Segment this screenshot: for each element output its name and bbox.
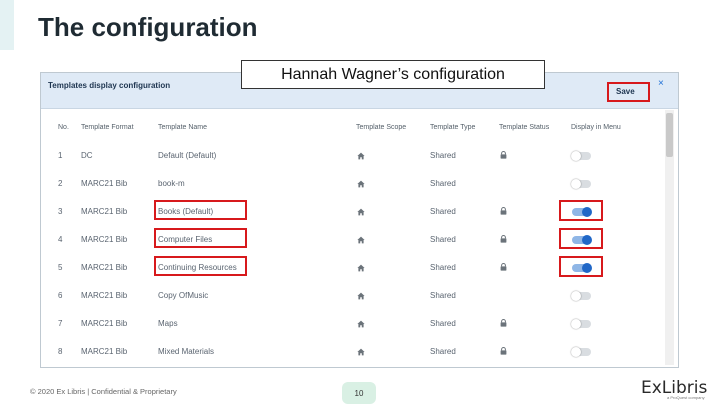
- row-number: 5: [58, 263, 63, 272]
- slide-accent-bar: [0, 0, 14, 50]
- row-number: 8: [58, 347, 63, 356]
- lock-icon: [500, 347, 507, 355]
- toggle-knob: [571, 151, 581, 161]
- home-icon: [357, 264, 365, 272]
- row-template-format: DC: [81, 151, 93, 160]
- row-template-type: Shared: [430, 347, 456, 356]
- row-template-name[interactable]: Maps: [158, 319, 178, 328]
- row-number: 1: [58, 151, 63, 160]
- row-template-type: Shared: [430, 263, 456, 272]
- row-template-format: MARC21 Bib: [81, 319, 128, 328]
- lock-icon: [500, 207, 507, 215]
- lock-icon: [500, 151, 507, 159]
- template-name-highlight-box: [154, 256, 247, 276]
- row-template-format: MARC21 Bib: [81, 263, 128, 272]
- header-template-scope: Template Scope: [356, 124, 407, 131]
- lock-icon: [500, 235, 507, 243]
- annotation-callout: Hannah Wagner’s configuration: [241, 60, 545, 89]
- row-number: 3: [58, 207, 63, 216]
- slide-title: The configuration: [38, 12, 258, 42]
- page-number: 10: [342, 382, 376, 404]
- display-in-menu-toggle[interactable]: [571, 347, 591, 357]
- row-template-name[interactable]: Mixed Materials: [158, 347, 214, 356]
- row-number: 4: [58, 235, 63, 244]
- toggle-knob: [571, 319, 581, 329]
- home-icon: [357, 348, 365, 356]
- display-in-menu-toggle[interactable]: [571, 291, 591, 301]
- home-icon: [357, 152, 365, 160]
- header-template-status: Template Status: [499, 124, 550, 131]
- exlibris-logo-subtitle: a ProQuest company: [667, 395, 705, 400]
- row-template-format: MARC21 Bib: [81, 235, 128, 244]
- panel-title: Templates display configuration: [48, 81, 171, 90]
- template-name-highlight-box: [154, 200, 247, 220]
- toggle-knob: [571, 347, 581, 357]
- home-icon: [357, 292, 365, 300]
- lock-icon: [500, 263, 507, 271]
- toggle-knob: [571, 291, 581, 301]
- row-template-type: Shared: [430, 235, 456, 244]
- row-template-format: MARC21 Bib: [81, 179, 128, 188]
- close-icon[interactable]: ×: [658, 78, 664, 89]
- row-template-format: MARC21 Bib: [81, 207, 128, 216]
- row-template-type: Shared: [430, 179, 456, 188]
- home-icon: [357, 180, 365, 188]
- header-template-name: Template Name: [158, 124, 208, 131]
- toggle-highlight-box: [559, 256, 603, 277]
- row-number: 6: [58, 291, 63, 300]
- home-icon: [357, 208, 365, 216]
- footer-copyright: © 2020 Ex Libris | Confidential & Propri…: [30, 387, 177, 396]
- template-name-highlight-box: [154, 228, 247, 248]
- row-template-name[interactable]: Default (Default): [158, 151, 216, 160]
- row-number: 7: [58, 319, 63, 328]
- row-template-name[interactable]: book-m: [158, 179, 185, 188]
- home-icon: [357, 236, 365, 244]
- save-highlight-box: [607, 82, 650, 102]
- row-template-format: MARC21 Bib: [81, 291, 128, 300]
- display-in-menu-toggle[interactable]: [571, 179, 591, 189]
- display-in-menu-toggle[interactable]: [571, 319, 591, 329]
- toggle-highlight-box: [559, 228, 603, 249]
- row-number: 2: [58, 179, 63, 188]
- toggle-highlight-box: [559, 200, 603, 221]
- row-template-type: Shared: [430, 207, 456, 216]
- row-template-name[interactable]: Copy OfMusic: [158, 291, 208, 300]
- lock-icon: [500, 319, 507, 327]
- scrollbar-thumb[interactable]: [666, 113, 673, 157]
- header-display-in-menu: Display in Menu: [571, 124, 621, 131]
- row-template-type: Shared: [430, 291, 456, 300]
- row-template-format: MARC21 Bib: [81, 347, 128, 356]
- templates-display-config-panel: Templates display configuration Save × N…: [40, 72, 679, 368]
- header-template-format: Template Format: [81, 124, 134, 131]
- display-in-menu-toggle[interactable]: [571, 151, 591, 161]
- toggle-knob: [571, 179, 581, 189]
- header-template-type: Template Type: [430, 124, 476, 131]
- row-template-type: Shared: [430, 151, 456, 160]
- header-no: No.: [58, 124, 69, 131]
- home-icon: [357, 320, 365, 328]
- row-template-type: Shared: [430, 319, 456, 328]
